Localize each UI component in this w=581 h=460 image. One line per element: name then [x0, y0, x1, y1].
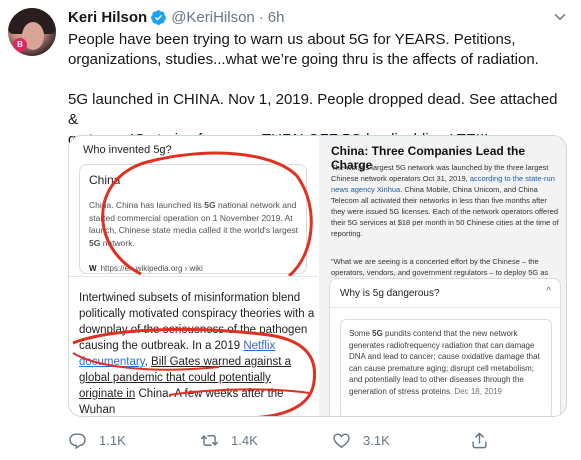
faq-question[interactable]: Why is 5g dangerous?: [340, 288, 440, 299]
reply-button[interactable]: 1.1K: [68, 431, 126, 450]
tweet-media-grid[interactable]: Who invented 5g? China China. China has …: [68, 135, 567, 417]
author-name[interactable]: Keri Hilson: [68, 9, 147, 26]
tweet-line: 5G launched in CHINA. Nov 1, 2019. Peopl…: [68, 91, 558, 128]
red-underline-annotation: [72, 327, 317, 416]
tweet-line: People have been trying to warn us about…: [68, 31, 516, 48]
like-button[interactable]: 3.1K: [332, 431, 390, 450]
google-search-screenshot[interactable]: Who invented 5g? China China. China has …: [69, 136, 318, 276]
tweet-action-bar: 1.1K 1.4K 3.1K: [58, 431, 568, 451]
heart-icon: [333, 433, 350, 449]
like-count: 3.1K: [363, 433, 390, 448]
retweet-count: 1.4K: [231, 433, 258, 448]
share-icon: [472, 432, 487, 449]
red-circle-annotation: [101, 151, 313, 276]
news-article-screenshot[interactable]: Intertwined subsets of misinformation bl…: [69, 277, 318, 416]
share-button[interactable]: [470, 431, 489, 450]
author-avatar[interactable]: B: [8, 8, 56, 56]
search-faq-panel: Why is 5g dangerous? ^ Some 5G pundits c…: [329, 278, 561, 416]
reply-icon: [69, 433, 86, 450]
tweet-header: Keri Hilson @KeriHilson · 6h: [68, 9, 284, 26]
article-quote: "What we are seeing is a concerted effor…: [331, 257, 549, 277]
header-separator: ·: [258, 9, 264, 26]
tweet-line: organizations, studies...what we’re goin…: [68, 51, 539, 68]
retweet-icon: [200, 435, 219, 446]
tweet-timestamp[interactable]: 6h: [268, 9, 285, 26]
chevron-down-icon[interactable]: [551, 8, 569, 26]
article-body: The world's largest 5G network was launc…: [331, 163, 559, 238]
chevron-up-icon[interactable]: ^: [546, 286, 551, 297]
faq-answer: Some 5G pundits contend that the new net…: [349, 329, 540, 396]
faq-answer-box: Some 5G pundits contend that the new net…: [340, 319, 552, 416]
retweet-button[interactable]: 1.4K: [200, 431, 258, 450]
avatar-badge: B: [13, 38, 27, 52]
verified-badge-icon: [151, 10, 167, 25]
faq-date: Dec 18, 2019: [454, 386, 502, 396]
author-handle[interactable]: @KeriHilson: [171, 9, 255, 26]
tweet-text: People have been trying to warn us about…: [68, 30, 568, 150]
reply-count: 1.1K: [99, 433, 126, 448]
